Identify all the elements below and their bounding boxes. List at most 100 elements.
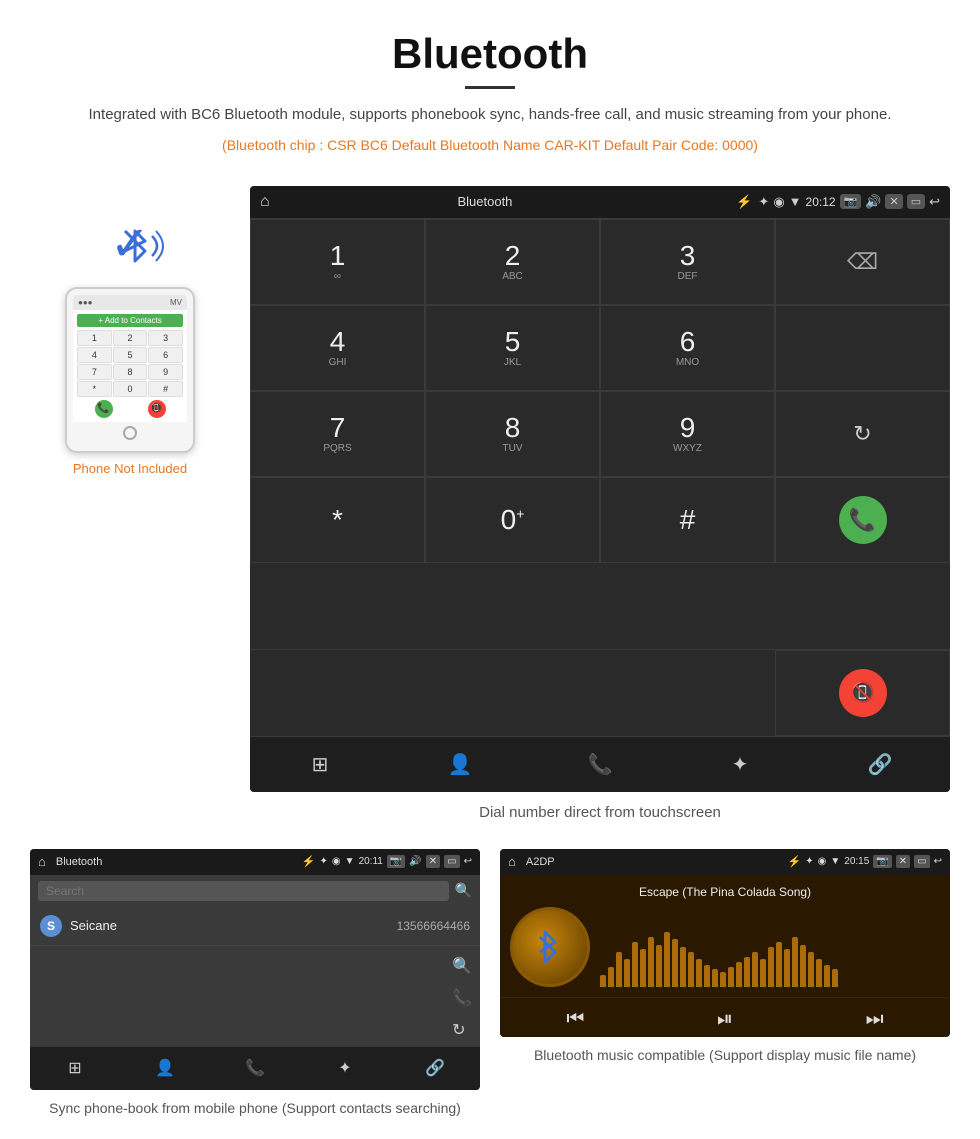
nav-settings-button[interactable]: 🔗 [855,739,905,789]
dial-key-8[interactable]: 8 TUV [425,391,600,477]
close-btn[interactable]: ✕ [885,194,902,209]
home-icon[interactable]: ⌂ [260,193,270,211]
pb-camera-btn[interactable]: 📷 [387,855,405,868]
music-next-button[interactable]: ⏭ [866,1008,884,1031]
pb-status-bar: ⌂ Bluetooth ⚡ ✦ ◉ ▼ 20:11 📷 🔊 ✕ ▭ ↩ [30,849,480,875]
dial-key-2[interactable]: 2 ABC [425,219,600,305]
dial-key-0[interactable]: 0+ [425,477,600,563]
nav-phone-button[interactable]: 📞 [575,739,625,789]
phonebook-screenshot: ⌂ Bluetooth ⚡ ✦ ◉ ▼ 20:11 📷 🔊 ✕ ▭ ↩ [30,849,480,1090]
pb-window-btn[interactable]: ▭ [444,855,459,868]
nav-dialpad-button[interactable]: ⊞ [295,739,345,789]
backspace-icon: ⌫ [847,249,878,275]
music-window-btn[interactable]: ▭ [914,855,929,868]
music-camera-btn[interactable]: 📷 [873,855,891,868]
status-time: 20:12 [806,195,836,209]
location-icon: ◉ [773,194,784,210]
pb-phone-action-icon[interactable]: 📞 [452,988,472,1008]
pb-contact-avatar: S [40,915,62,937]
refresh-icon: ↻ [853,421,871,447]
music-bluetooth-icon: ✦ [805,856,813,867]
music-controls: ⏮ ⏯ ⏭ [500,997,950,1037]
phone-key-4: 4 [77,347,112,363]
dial-key-9[interactable]: 9 WXYZ [600,391,775,477]
pb-volume-icon[interactable]: 🔊 [409,856,421,867]
dial-key-6[interactable]: 6 MNO [600,305,775,391]
end-call-icon[interactable]: 📵 [839,669,887,717]
dial-key-1[interactable]: 1 ∞ [250,219,425,305]
music-location-icon: ◉ [818,856,827,867]
pb-side-actions: 🔍 📞 ↻ [452,956,472,1040]
pb-contact-phone: 13566664466 [397,919,470,933]
dial-backspace-button[interactable]: ⌫ [775,219,950,305]
pb-contact-list: S Seicane 13566664466 [30,907,480,946]
dial-key-7[interactable]: 7 PQRS [250,391,425,477]
pb-back-icon[interactable]: ↩ [464,856,472,867]
music-screenshot-block: ⌂ A2DP ⚡ ✦ ◉ ▼ 20:15 📷 ✕ ▭ ↩ Escape (The… [500,849,950,1119]
dial-key-5[interactable]: 5 JKL [425,305,600,391]
music-play-pause-button[interactable]: ⏯ [717,1008,733,1031]
pb-bluetooth-icon: ✦ [320,856,328,867]
dial-screen-title: Bluetooth [280,194,691,209]
camera-icon-btn[interactable]: 📷 [840,194,862,209]
phone-key-6: 6 [148,347,183,363]
dial-key-3[interactable]: 3 DEF [600,219,775,305]
page-header: Bluetooth Integrated with BC6 Bluetooth … [0,0,980,176]
pb-search-input[interactable] [38,881,449,901]
phone-end-button: 📵 [148,400,166,418]
phone-key-star: * [77,381,112,397]
phone-key-5: 5 [113,347,148,363]
header-description: Integrated with BC6 Bluetooth module, su… [60,104,920,127]
pb-contact-name: Seicane [70,918,389,933]
pb-close-btn[interactable]: ✕ [426,855,440,868]
dial-key-star[interactable]: * [250,477,425,563]
pb-nav-dialpad[interactable]: ⊞ [50,1043,100,1090]
dial-screen-section: ⌂ Bluetooth ⚡ ✦ ◉ ▼ 20:12 📷 🔊 ✕ ▭ ↩ [250,186,950,839]
usb-icon: ⚡ [736,194,752,210]
volume-icon[interactable]: 🔊 [865,194,881,210]
phone-home-circle-icon [123,426,137,440]
music-screen-title: A2DP [526,856,784,868]
pb-search-bar: 🔍 [30,875,480,907]
pb-search-action-icon[interactable]: 🔍 [452,956,472,976]
back-icon[interactable]: ↩ [929,194,940,210]
pb-nav-settings[interactable]: 🔗 [410,1043,460,1090]
music-song-title: Escape (The Pina Colada Song) [639,885,811,899]
call-button-icon[interactable]: 📞 [839,496,887,544]
dial-caption: Dial number direct from touchscreen [250,792,950,839]
music-right-icons: ✦ ◉ ▼ 20:15 📷 ✕ ▭ ↩ [805,855,942,868]
phonebook-screenshot-block: ⌂ Bluetooth ⚡ ✦ ◉ ▼ 20:11 📷 🔊 ✕ ▭ ↩ [30,849,480,1119]
phone-bottom-buttons: 📞 📵 [77,400,183,418]
dial-screen: ⌂ Bluetooth ⚡ ✦ ◉ ▼ 20:12 📷 🔊 ✕ ▭ ↩ [250,186,950,792]
phone-side: ✓ ●●● MV + Add to Contacts 1 2 3 [30,186,230,476]
music-prev-button[interactable]: ⏮ [566,1008,584,1031]
music-close-btn[interactable]: ✕ [896,855,910,868]
pb-right-icons: ✦ ◉ ▼ 20:11 📷 🔊 ✕ ▭ ↩ [320,855,472,868]
dial-refresh-button[interactable]: ↻ [775,391,950,477]
phone-call-button: 📞 [95,400,113,418]
nav-contacts-button[interactable]: 👤 [435,739,485,789]
phone-screen: + Add to Contacts 1 2 3 4 5 6 7 8 9 * 0 … [73,310,187,422]
pb-location-icon: ◉ [332,856,341,867]
dial-key-4[interactable]: 4 GHI [250,305,425,391]
pb-nav-bluetooth[interactable]: ✦ [320,1043,370,1090]
phone-key-3: 3 [148,330,183,346]
dial-end-call-button[interactable]: 📵 [775,650,950,736]
dial-empty-1 [775,305,950,391]
music-main-area: Escape (The Pina Colada Song) [500,875,950,997]
music-home-icon[interactable]: ⌂ [508,854,516,869]
pb-time: 20:11 [359,856,383,867]
phone-key-hash: # [148,381,183,397]
window-btn[interactable]: ▭ [907,194,925,209]
pb-contact-row[interactable]: S Seicane 13566664466 [30,907,480,946]
pb-screen-title: Bluetooth [56,856,298,868]
music-usb-icon: ⚡ [788,855,802,868]
pb-refresh-action-icon[interactable]: ↻ [452,1020,472,1040]
pb-nav-contacts[interactable]: 👤 [140,1043,190,1090]
pb-home-icon[interactable]: ⌂ [38,854,46,869]
pb-nav-phone[interactable]: 📞 [230,1043,280,1090]
dial-key-hash[interactable]: # [600,477,775,563]
music-back-icon[interactable]: ↩ [934,856,942,867]
dial-call-button[interactable]: 📞 [775,477,950,563]
nav-bluetooth-button[interactable]: ✦ [715,739,765,789]
